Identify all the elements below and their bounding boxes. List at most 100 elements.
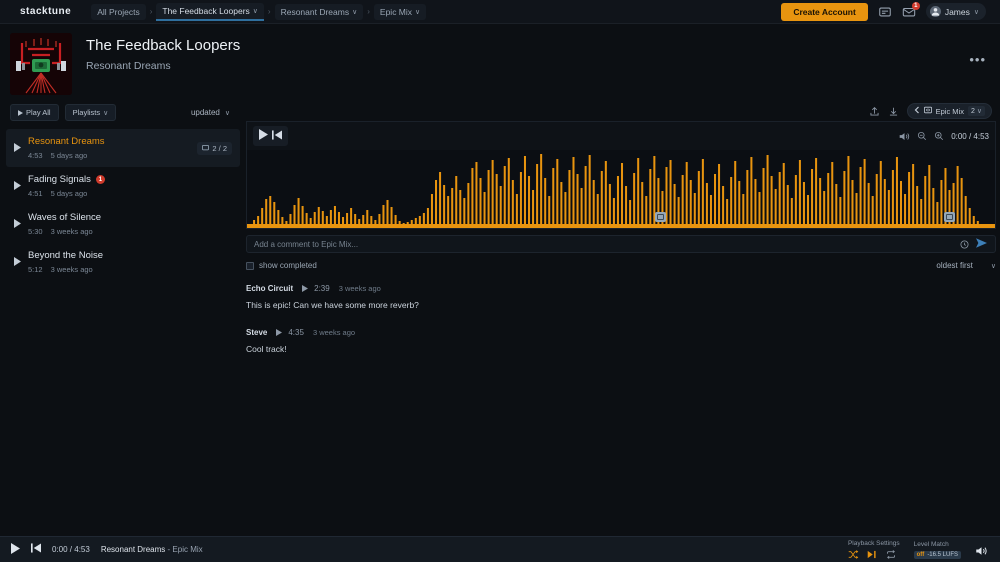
play-icon (18, 109, 23, 116)
waveform-player: 0:00 / 4:53 (246, 121, 996, 229)
comment-marker-1[interactable] (654, 212, 666, 222)
version-toolbar: Epic Mix 2 ∨ (246, 101, 1000, 121)
show-completed-toggle[interactable]: show completed (246, 261, 317, 270)
track-list-item-fading-signals[interactable]: Fading Signals 1 4:51 5 days ago (6, 167, 240, 205)
bottom-transport: 0:00 / 4:53 Resonant Dreams - Epic Mix (8, 542, 203, 557)
download-icon[interactable] (888, 106, 899, 117)
avatar (929, 6, 941, 17)
track-updated: 5 days ago (50, 151, 88, 160)
breadcrumb-label: All Projects (97, 6, 140, 17)
track-info: Fading Signals 1 4:51 5 days ago (28, 174, 232, 198)
user-name-label: James (944, 6, 970, 17)
playlists-button[interactable]: Playlists ∨ (64, 104, 117, 121)
track-updated: 5 days ago (50, 189, 88, 198)
project-more-options-button[interactable]: ••• (969, 52, 986, 67)
repeat-icon[interactable] (886, 550, 896, 559)
comment-body: Cool track! (246, 344, 287, 354)
volume-icon[interactable] (899, 131, 910, 142)
bottom-track-version: Epic Mix (172, 545, 203, 554)
zoom-in-icon[interactable] (934, 131, 944, 141)
play-icon[interactable] (259, 129, 268, 143)
level-match-group: Level Match off -16.5 LUFS (913, 541, 961, 559)
track-name-label: Beyond the Noise (28, 250, 103, 261)
comment-item: Echo Circuit 2:39 3 weeks ago This is ep… (246, 284, 996, 310)
project-text: The Feedback Loopers Resonant Dreams (86, 33, 240, 72)
track-name-label: Fading Signals (28, 174, 91, 185)
version-label: Epic Mix (935, 106, 964, 116)
track-info: Beyond the Noise 5:12 3 weeks ago (28, 250, 232, 274)
track-duration: 5:30 (28, 227, 43, 236)
chevron-down-icon: ∨ (252, 7, 258, 15)
chevron-down-icon: ∨ (224, 109, 230, 117)
breadcrumb: All Projects › The Feedback Loopers ∨ › … (91, 2, 427, 21)
track-meta: 5:12 3 weeks ago (28, 265, 232, 274)
chevron-down-icon: ∨ (103, 109, 109, 117)
track-name: Fading Signals 1 (28, 174, 232, 185)
app-logo[interactable]: stacktune (8, 6, 71, 17)
track-list-item-resonant-dreams[interactable]: Resonant Dreams 4:53 5 days ago 2 / 2 (6, 129, 240, 167)
track-name-label: Waves of Silence (28, 212, 102, 223)
comment-timestamp[interactable]: 2:39 (302, 284, 330, 293)
bottom-player-bar: 0:00 / 4:53 Resonant Dreams - Epic Mix P… (0, 536, 1000, 562)
skip-to-start-icon[interactable] (272, 129, 282, 143)
play-icon[interactable] (14, 218, 28, 230)
track-sidebar: Play All Playlists ∨ updated ∨ Resonant (0, 101, 246, 562)
breadcrumb-label: Resonant Dreams (280, 6, 350, 17)
autoplay-icon[interactable] (867, 550, 877, 559)
comment-author: Steve (246, 328, 268, 337)
breadcrumb-separator: › (267, 7, 271, 16)
zoom-out-icon[interactable] (917, 131, 927, 141)
play-icon[interactable] (14, 142, 28, 154)
play-icon[interactable] (14, 256, 28, 268)
comment-age: 3 weeks ago (338, 284, 381, 293)
volume-icon[interactable] (975, 545, 988, 559)
track-info: Resonant Dreams 4:53 5 days ago (28, 136, 197, 160)
comment-time-label: 2:39 (314, 284, 330, 293)
user-menu[interactable]: James ∨ (925, 3, 986, 20)
top-navigation-bar: stacktune All Projects › The Feedback Lo… (0, 0, 1000, 24)
comment-time-label: 4:35 (288, 328, 304, 337)
sidebar-sort-control[interactable]: updated ∨ (191, 108, 236, 117)
level-match-badge[interactable]: off -16.5 LUFS (913, 551, 961, 559)
version-selector[interactable]: Epic Mix 2 ∨ (906, 103, 992, 119)
share-icon[interactable] (869, 106, 880, 117)
comment-timestamp[interactable]: 4:35 (276, 328, 304, 337)
skip-to-start-icon[interactable] (31, 543, 41, 556)
send-icon[interactable] (976, 235, 987, 253)
waveform-display[interactable] (247, 150, 995, 228)
breadcrumb-label: The Feedback Loopers (162, 5, 250, 16)
comment-sort-dropdown[interactable]: oldest first ∨ (936, 261, 996, 270)
track-list-item-beyond-the-noise[interactable]: Beyond the Noise 5:12 3 weeks ago (6, 243, 240, 281)
track-name: Beyond the Noise (28, 250, 232, 261)
comment-item: Steve 4:35 3 weeks ago Cool track! (246, 328, 996, 354)
checkbox-icon[interactable] (246, 261, 254, 270)
breadcrumb-item-version[interactable]: Epic Mix ∨ (373, 3, 427, 20)
shuffle-icon[interactable] (848, 550, 859, 559)
breadcrumb-item-all-projects[interactable]: All Projects (91, 3, 146, 20)
comment-age: 3 weeks ago (312, 328, 356, 337)
comment-marker-2[interactable] (944, 212, 956, 222)
mail-icon[interactable]: 1 (902, 1, 920, 19)
clock-icon[interactable] (960, 240, 969, 249)
sidebar-sort-label: updated (190, 108, 220, 117)
play-all-button[interactable]: Play All (10, 104, 59, 121)
comment-input[interactable] (247, 239, 960, 249)
transport-controls (253, 126, 288, 146)
waveform-graphic (247, 150, 995, 228)
play-icon[interactable] (14, 180, 28, 192)
breadcrumb-item-track[interactable]: Resonant Dreams ∨ (274, 3, 364, 20)
comment-input-container (246, 235, 996, 253)
comment-filter-row: show completed oldest first ∨ (246, 261, 996, 270)
play-icon (276, 329, 283, 336)
track-list-item-waves-of-silence[interactable]: Waves of Silence 5:30 3 weeks ago (6, 205, 240, 243)
breadcrumb-item-project[interactable]: The Feedback Loopers ∨ (156, 2, 264, 21)
play-icon[interactable] (11, 542, 20, 557)
version-number-selector[interactable]: 2 ∨ (967, 106, 985, 116)
chevron-left-icon[interactable] (914, 106, 920, 116)
chat-icon[interactable] (878, 5, 892, 19)
create-account-button[interactable]: Create Account (781, 2, 868, 21)
player-controls: 0:00 / 4:53 (247, 122, 995, 150)
track-meta: 4:51 5 days ago (28, 189, 232, 198)
project-subtitle: Resonant Dreams (86, 60, 171, 72)
sidebar-toolbar: Play All Playlists ∨ updated ∨ (6, 101, 240, 129)
